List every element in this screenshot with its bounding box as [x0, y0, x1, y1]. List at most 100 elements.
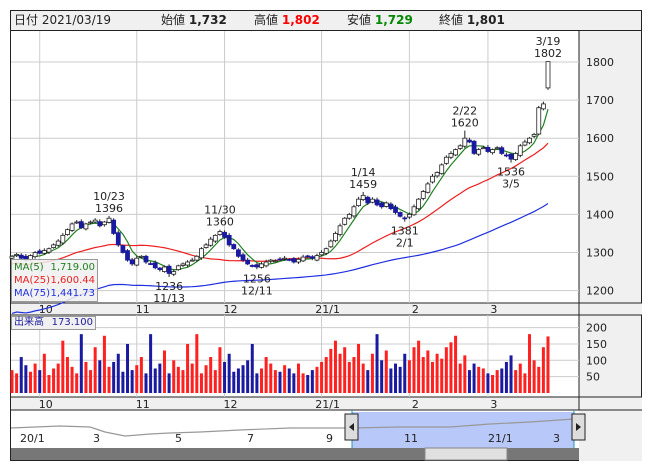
- candle-up: [531, 133, 537, 137]
- volume-bar: [232, 371, 236, 393]
- candle-down: [393, 206, 398, 213]
- candle-up: [319, 252, 324, 256]
- volume-bar: [472, 363, 476, 393]
- scrollbar-thumb[interactable]: [424, 447, 508, 461]
- volume-bar: [195, 334, 199, 393]
- volume-bar: [47, 375, 51, 393]
- volume-legend: 出来高 173.100: [11, 316, 96, 330]
- navigator-label: 9: [326, 432, 333, 445]
- candle-up: [383, 202, 389, 207]
- candle-up: [268, 259, 274, 262]
- stock-chart[interactable]: 1200 1300 1400 1500 1600 1700 1800 50 100 150 200 1…: [0, 0, 652, 469]
- candle-up: [162, 266, 167, 272]
- candle-up: [65, 229, 70, 235]
- volume-bar: [144, 373, 148, 393]
- price-tick-label: 1400: [586, 208, 614, 221]
- candle-down: [111, 219, 117, 234]
- navigator-label: 3: [93, 432, 100, 445]
- volume-bar: [403, 353, 407, 393]
- month-tick-label: 3: [490, 303, 497, 316]
- volume-bar: [287, 368, 291, 393]
- candle-up: [69, 223, 75, 231]
- candle-up: [513, 153, 519, 160]
- volume-bar: [273, 370, 277, 393]
- volume-bar: [491, 375, 495, 393]
- volume-bar: [139, 357, 143, 393]
- volume-value: 173.100: [51, 317, 93, 328]
- candle-up: [522, 141, 528, 146]
- price-tick-label: 1200: [586, 285, 614, 298]
- volume-bar: [324, 357, 328, 393]
- candle-up: [9, 255, 15, 259]
- volume-bar: [514, 370, 518, 393]
- trough-date-label: 3/5: [502, 178, 520, 191]
- volume-bar: [306, 375, 310, 393]
- peak-value-label: 1396: [95, 202, 123, 215]
- candle-up: [457, 145, 463, 149]
- candle-up: [476, 149, 482, 155]
- volume-bar: [227, 353, 231, 393]
- candle-up: [494, 147, 500, 150]
- month-tick-label: 10: [39, 398, 53, 411]
- candle-down: [388, 203, 394, 210]
- price-tick-label: 1800: [586, 56, 614, 69]
- volume-bar: [338, 353, 342, 393]
- price-tick-label: 1700: [586, 94, 614, 107]
- price-tick-label: 1600: [586, 132, 614, 145]
- volume-bar: [24, 365, 28, 393]
- volume-bar: [28, 371, 32, 393]
- ma25-line: [11, 142, 549, 266]
- candle-down: [485, 146, 491, 152]
- candle-up: [356, 198, 361, 207]
- candle-down: [277, 258, 283, 261]
- candle-up: [448, 153, 454, 158]
- candle-up: [425, 183, 431, 193]
- candle-down: [226, 234, 232, 246]
- volume-bar: [84, 361, 88, 393]
- candle-up: [92, 219, 98, 223]
- candle-up: [282, 257, 288, 260]
- volume-bar: [15, 373, 19, 393]
- candle-up: [333, 233, 338, 242]
- candle-up: [443, 156, 449, 164]
- volume-bar: [126, 343, 130, 393]
- volume-bar: [366, 370, 370, 393]
- ma75-legend: MA(75) 1,441.73: [14, 287, 95, 300]
- candle-up: [14, 254, 20, 256]
- candle-down: [499, 147, 505, 154]
- ma75-label: MA(75): [14, 288, 50, 299]
- price-tick-label: 1500: [586, 170, 614, 183]
- volume-bar: [444, 347, 448, 393]
- trough-date-label: 12/11: [241, 284, 273, 297]
- candle-down: [309, 256, 315, 259]
- navigator-corner: [579, 410, 642, 461]
- peak-value-label: 1620: [451, 117, 479, 130]
- volume-bar: [389, 368, 393, 393]
- volume-bar: [61, 340, 65, 393]
- volume-bar: [264, 357, 268, 393]
- volume-bar: [70, 366, 74, 393]
- candle-up: [175, 265, 181, 271]
- candle-down: [374, 199, 380, 206]
- candle-up: [540, 103, 546, 110]
- candle-up: [527, 137, 532, 144]
- ma-legend: MA(5) 1,719.00 MA(25) 1,600.44 MA(75) 1,441…: [11, 259, 98, 302]
- volume-bar: [79, 334, 83, 393]
- volume-bar: [481, 368, 485, 393]
- ma5-value: 1,719.00: [50, 262, 95, 273]
- volume-bar: [541, 347, 545, 393]
- candle-down: [249, 265, 255, 267]
- candle-up: [199, 248, 204, 259]
- volume-bar: [269, 363, 273, 393]
- volume-bar: [283, 365, 287, 393]
- candle-up: [203, 244, 209, 248]
- candle-down: [152, 262, 158, 269]
- candle-down: [231, 244, 237, 250]
- price-axis-panel: [579, 31, 641, 303]
- ma5-label: MA(5): [14, 262, 44, 273]
- volume-bar: [329, 348, 333, 393]
- candle-down: [78, 221, 84, 229]
- volume-bar: [394, 363, 398, 393]
- volume-bar: [486, 373, 490, 393]
- volume-bar: [176, 366, 180, 393]
